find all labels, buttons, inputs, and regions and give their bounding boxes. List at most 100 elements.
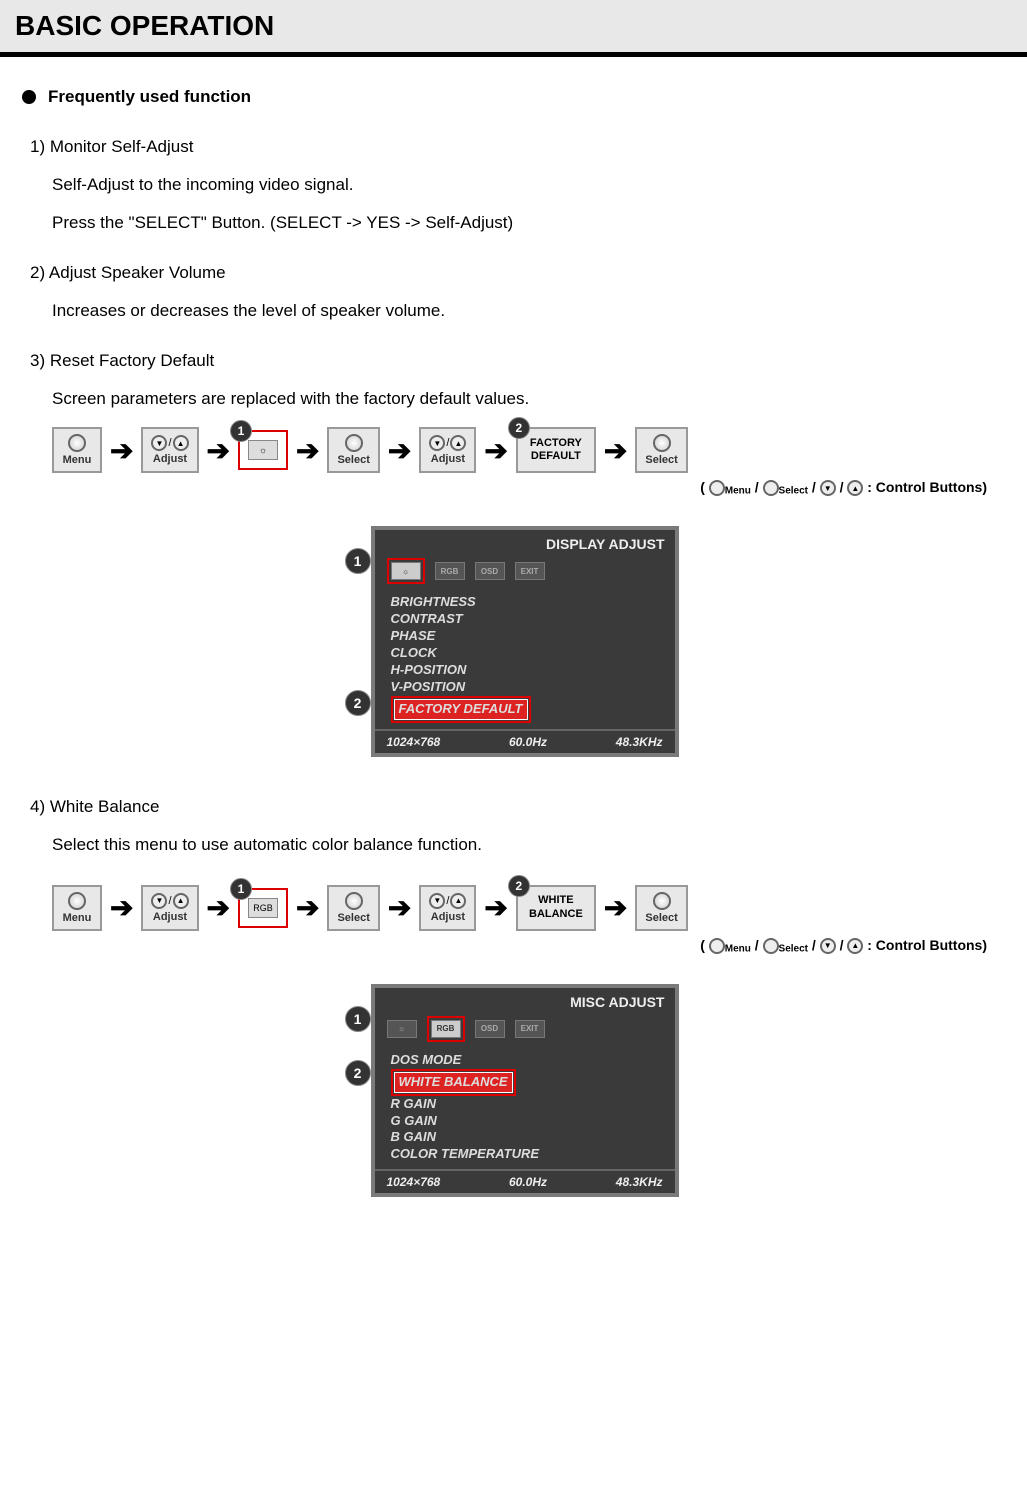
arrow-icon: ➔ — [207, 434, 230, 467]
osd-badge-1: 1 — [345, 548, 371, 574]
down-icon: ▼ — [151, 893, 167, 909]
item-3-desc-1: Screen parameters are replaced with the … — [52, 389, 997, 409]
osd-tab-highlight: RGB — [427, 1016, 465, 1042]
display-tab-icon: ☼ — [248, 440, 278, 460]
adjust-label: Adjust — [431, 453, 465, 465]
osd-item: G GAIN — [391, 1113, 659, 1130]
adjust-button: ▼/▲ Adjust — [419, 427, 476, 473]
legend-text: : Control Buttons) — [867, 479, 987, 495]
item-1-desc-1: Self-Adjust to the incoming video signal… — [52, 175, 997, 195]
badge-2: 2 — [508, 875, 530, 897]
osd-selected-highlight: FACTORY DEFAULT — [391, 696, 531, 723]
circle-icon — [763, 938, 779, 954]
item-2-desc-1: Increases or decreases the level of spea… — [52, 301, 997, 321]
button-sequence-3: Menu ➔ ▼/▲ Adjust ➔ 1 ☼ ➔ Select ➔ ▼/▲ A… — [52, 427, 997, 473]
figure-4: Menu ➔ ▼/▲ Adjust ➔ 1 RGB ➔ Select ➔ ▼/▲… — [52, 885, 997, 1198]
arrow-icon: ➔ — [604, 434, 627, 467]
circle-icon — [345, 892, 363, 910]
osd-item: CLOCK — [391, 645, 659, 662]
up-icon: ▲ — [450, 435, 466, 451]
osd-item: CONTRAST — [391, 611, 659, 628]
menu-label: Menu — [63, 454, 92, 466]
item-3-title: 3) Reset Factory Default — [30, 351, 997, 371]
down-icon: ▼ — [820, 480, 836, 496]
circle-icon — [68, 434, 86, 452]
circle-icon — [709, 938, 725, 954]
select-label: Select — [645, 912, 677, 924]
menu-button: Menu — [52, 885, 102, 931]
osd-resolution: 1024×768 — [387, 1175, 441, 1189]
item-4-desc-1: Select this menu to use automatic color … — [52, 835, 997, 855]
circle-icon — [653, 892, 671, 910]
osd-footer: 1024×768 60.0Hz 48.3KHz — [375, 729, 675, 753]
osd-tab-rgb: RGB — [431, 1020, 461, 1038]
osd-tabs: ☼ RGB OSD EXIT — [375, 556, 675, 590]
osd-area-4: 1 2 MISC ADJUST ☼ RGB OSD EXIT DOS MODE … — [52, 984, 997, 1197]
osd-tab-highlight: ☼ — [387, 558, 425, 584]
arrow-icon: ➔ — [207, 891, 230, 924]
osd-item: PHASE — [391, 628, 659, 645]
osd-selected-highlight: WHITE BALANCE — [391, 1069, 516, 1096]
select-label: Select — [337, 454, 369, 466]
highlight-1-wrap: 1 ☼ — [238, 430, 288, 470]
select-label: Select — [645, 454, 677, 466]
osd-item: DOS MODE — [391, 1052, 659, 1069]
osd-badge-2: 2 — [345, 1060, 371, 1086]
osd-footer: 1024×768 60.0Hz 48.3KHz — [375, 1169, 675, 1193]
up-icon: ▲ — [847, 480, 863, 496]
adjust-label: Adjust — [431, 911, 465, 923]
osd-item: H-POSITION — [391, 662, 659, 679]
content: Frequently used function 1) Monitor Self… — [0, 57, 1027, 1197]
badge-1: 1 — [230, 420, 252, 442]
osd-item: R GAIN — [391, 1096, 659, 1113]
osd-title: MISC ADJUST — [375, 988, 675, 1014]
circle-icon — [68, 892, 86, 910]
item-4-title: 4) White Balance — [30, 797, 997, 817]
osd-list: BRIGHTNESS CONTRAST PHASE CLOCK H-POSITI… — [375, 590, 675, 728]
legend-menu: Menu — [725, 943, 751, 954]
osd-refresh: 60.0Hz — [509, 735, 547, 749]
select-button: Select — [635, 885, 687, 931]
up-icon: ▲ — [173, 435, 189, 451]
item-1-title: 1) Monitor Self-Adjust — [30, 137, 997, 157]
title-bar: BASIC OPERATION — [0, 0, 1027, 57]
rgb-tab-icon: RGB — [248, 898, 278, 918]
badge-2: 2 — [508, 417, 530, 439]
bullet-icon — [22, 90, 36, 104]
section-heading: Frequently used function — [22, 87, 997, 107]
arrow-icon: ➔ — [296, 434, 319, 467]
select-button: Select — [327, 885, 379, 931]
circle-icon — [709, 480, 725, 496]
legend-text: : Control Buttons) — [867, 937, 987, 953]
osd-badge-2: 2 — [345, 690, 371, 716]
up-icon: ▲ — [173, 893, 189, 909]
osd-tab-display: ☼ — [391, 562, 421, 580]
osd-refresh: 60.0Hz — [509, 1175, 547, 1189]
osd-tabs: ☼ RGB OSD EXIT — [375, 1014, 675, 1048]
adjust-button: ▼/▲ Adjust — [141, 885, 198, 931]
osd-tab-osd: OSD — [475, 562, 505, 580]
legend-select: Select — [779, 485, 808, 496]
highlight-2-wrap: 2 FACTORY DEFAULT — [516, 427, 596, 473]
up-icon: ▲ — [450, 893, 466, 909]
osd-list: DOS MODE WHITE BALANCE R GAIN G GAIN B G… — [375, 1048, 675, 1169]
adjust-button: ▼/▲ Adjust — [419, 885, 476, 931]
arrow-icon: ➔ — [484, 891, 507, 924]
osd-display-adjust: 1 2 DISPLAY ADJUST ☼ RGB OSD EXIT BRIGHT… — [371, 526, 679, 756]
down-icon: ▼ — [151, 435, 167, 451]
arrow-icon: ➔ — [110, 434, 133, 467]
osd-title: DISPLAY ADJUST — [375, 530, 675, 556]
figure-3: Menu ➔ ▼/▲ Adjust ➔ 1 ☼ ➔ Select ➔ ▼/▲ A… — [52, 427, 997, 757]
osd-item: BRIGHTNESS — [391, 594, 659, 611]
badge-1: 1 — [230, 878, 252, 900]
osd-tab-exit: EXIT — [515, 562, 545, 580]
osd-tab-osd: OSD — [475, 1020, 505, 1038]
arrow-icon: ➔ — [110, 891, 133, 924]
highlight-2-wrap: 2 WHITE BALANCE — [516, 885, 596, 931]
down-icon: ▼ — [820, 938, 836, 954]
up-icon: ▲ — [847, 938, 863, 954]
osd-hfreq: 48.3KHz — [616, 1175, 663, 1189]
osd-item: V-POSITION — [391, 679, 659, 696]
circle-icon — [763, 480, 779, 496]
select-button: Select — [635, 427, 687, 473]
